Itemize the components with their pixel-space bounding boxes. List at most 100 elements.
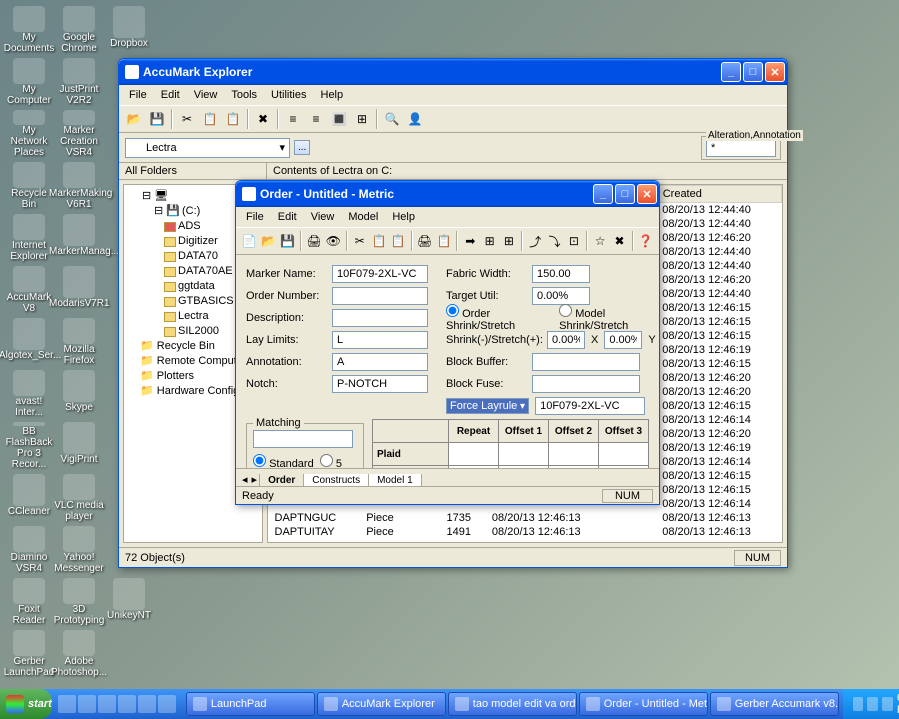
desktop-icon[interactable]: BB FlashBack Pro 3 Recor...: [4, 422, 54, 470]
menu-item[interactable]: File: [123, 87, 153, 103]
fabric-width-input[interactable]: [532, 265, 590, 283]
system-tray[interactable]: 6:59 PM: [843, 689, 899, 719]
force-layrule-input[interactable]: [535, 397, 645, 415]
shrink-y-input[interactable]: [604, 331, 642, 349]
toolbar-button[interactable]: ⊞: [480, 230, 498, 252]
minimize-button[interactable]: _: [593, 184, 613, 204]
offset-table[interactable]: RepeatOffset 1Offset 2Offset 3PlaidStrip…: [372, 419, 649, 468]
menu-item[interactable]: View: [305, 209, 341, 225]
desktop-icon[interactable]: Yahoo! Messenger: [54, 526, 104, 574]
alteration-filter[interactable]: [706, 139, 776, 157]
toolbar-button[interactable]: ➡: [461, 230, 479, 252]
ql-icon[interactable]: [138, 695, 156, 713]
desktop-icon[interactable]: Marker Creation VSR4: [54, 110, 104, 158]
desktop-icon[interactable]: avast! Inter...: [4, 370, 54, 418]
table-row[interactable]: Plaid: [373, 443, 649, 466]
marker-name-input[interactable]: [332, 265, 428, 283]
menu-item[interactable]: Model: [342, 209, 384, 225]
desktop-icon[interactable]: Skype: [54, 370, 104, 418]
desktop-icon[interactable]: My Network Places: [4, 110, 54, 158]
tab-scroll-right[interactable]: ▸: [250, 473, 260, 486]
desktop-icon[interactable]: Internet Explorer: [4, 214, 54, 262]
taskbar-task[interactable]: Order - Untitled - Metric: [579, 692, 708, 716]
toolbar-button[interactable]: ⤴: [526, 230, 544, 252]
toolbar-button[interactable]: 🖨: [416, 230, 434, 252]
taskbar-task[interactable]: LaunchPad: [186, 692, 315, 716]
toolbar-button[interactable]: 📋: [435, 230, 453, 252]
go-button[interactable]: ...: [294, 140, 310, 155]
maximize-button[interactable]: □: [615, 184, 635, 204]
tray-icon[interactable]: [882, 697, 893, 711]
description-input[interactable]: [332, 309, 428, 327]
toolbar-button[interactable]: ❓: [637, 230, 655, 252]
block-buffer-input[interactable]: [532, 353, 640, 371]
toolbar-button[interactable]: ⊡: [565, 230, 583, 252]
toolbar-button[interactable]: 🔳: [328, 108, 350, 130]
toolbar-button[interactable]: ☆: [591, 230, 609, 252]
toolbar-button[interactable]: 💾: [146, 108, 168, 130]
ql-icon[interactable]: [98, 695, 116, 713]
toolbar-button[interactable]: ✖: [252, 108, 274, 130]
lay-limits-input[interactable]: [332, 331, 428, 349]
tab-scroll-left[interactable]: ◂: [240, 473, 250, 486]
desktop-icon[interactable]: Adobe Photoshop...: [54, 630, 104, 678]
menu-item[interactable]: Edit: [272, 209, 303, 225]
desktop-icon[interactable]: CCleaner: [4, 474, 54, 522]
toolbar-button[interactable]: 📋: [389, 230, 407, 252]
maximize-button[interactable]: □: [743, 62, 763, 82]
table-row[interactable]: DAPTNGUCPiece173508/20/13 12:46:1308/20/…: [269, 511, 782, 525]
menu-item[interactable]: File: [240, 209, 270, 225]
toolbar-button[interactable]: 💾: [279, 230, 297, 252]
table-row[interactable]: DAPTUITAYPiece149108/20/13 12:46:1308/20…: [269, 525, 782, 539]
toolbar-button[interactable]: ≡: [282, 108, 304, 130]
desktop-icon[interactable]: Diamino VSR4: [4, 526, 54, 574]
toolbar-button[interactable]: 📂: [259, 230, 277, 252]
toolbar-button[interactable]: 📋: [222, 108, 244, 130]
titlebar-order[interactable]: Order - Untitled - Metric _ □ ✕: [236, 181, 659, 207]
target-util-input[interactable]: [532, 287, 590, 305]
desktop-icon[interactable]: VLC media player: [54, 474, 104, 522]
toolbar-button[interactable]: 👁: [324, 230, 342, 252]
menu-item[interactable]: Help: [315, 87, 350, 103]
toolbar-button[interactable]: ≡: [305, 108, 327, 130]
menu-item[interactable]: Utilities: [265, 87, 312, 103]
taskbar-task[interactable]: Gerber Accumark v8...: [710, 692, 839, 716]
force-layrule-button[interactable]: Force Layrule ▾: [446, 398, 529, 414]
toolbar-button[interactable]: 🖨: [305, 230, 323, 252]
desktop-icon[interactable]: My Documents: [4, 6, 54, 54]
column-header[interactable]: Created: [656, 186, 781, 203]
order-number-input[interactable]: [332, 287, 428, 305]
location-combo[interactable]: Lectra: [125, 138, 290, 158]
toolbar-button[interactable]: 👤: [404, 108, 426, 130]
desktop-icon[interactable]: Dropbox: [104, 6, 154, 54]
desktop-icon[interactable]: Gerber LaunchPad: [4, 630, 54, 678]
desktop-icon[interactable]: VigiPrint: [54, 422, 104, 470]
toolbar-button[interactable]: ⊞: [351, 108, 373, 130]
taskbar-task[interactable]: tao model edit va ord...: [448, 692, 577, 716]
toolbar-button[interactable]: 📂: [123, 108, 145, 130]
desktop-icon[interactable]: ModarisV7R1: [54, 266, 104, 314]
toolbar-button[interactable]: ⤵: [545, 230, 563, 252]
ql-icon[interactable]: [158, 695, 176, 713]
toolbar-button[interactable]: 📋: [199, 108, 221, 130]
radio-order-shrink[interactable]: Order Shrink/Stretch: [446, 304, 541, 332]
desktop-icon[interactable]: 3D Prototyping: [54, 578, 104, 626]
toolbar-button[interactable]: ✖: [610, 230, 628, 252]
menu-item[interactable]: Edit: [155, 87, 186, 103]
titlebar-explorer[interactable]: AccuMark Explorer _ □ ✕: [119, 59, 787, 85]
close-button[interactable]: ✕: [637, 184, 657, 204]
toolbar-button[interactable]: ⊞: [500, 230, 518, 252]
toolbar-button[interactable]: 🔍: [381, 108, 403, 130]
minimize-button[interactable]: _: [721, 62, 741, 82]
ql-icon[interactable]: [118, 695, 136, 713]
desktop-icon[interactable]: My Computer: [4, 58, 54, 106]
notch-input[interactable]: [332, 375, 428, 393]
radio-standard[interactable]: Standard: [253, 458, 314, 468]
desktop-icon[interactable]: Recycle Bin: [4, 162, 54, 210]
ql-icon[interactable]: [58, 695, 76, 713]
radio-model-shrink[interactable]: Model Shrink/Stretch: [559, 304, 656, 332]
desktop-icon[interactable]: Algotex_Ser...: [4, 318, 54, 366]
desktop-icon[interactable]: MarkerMaking V6R1: [54, 162, 104, 210]
desktop-icon[interactable]: Google Chrome: [54, 6, 104, 54]
toolbar-button[interactable]: 📋: [370, 230, 388, 252]
